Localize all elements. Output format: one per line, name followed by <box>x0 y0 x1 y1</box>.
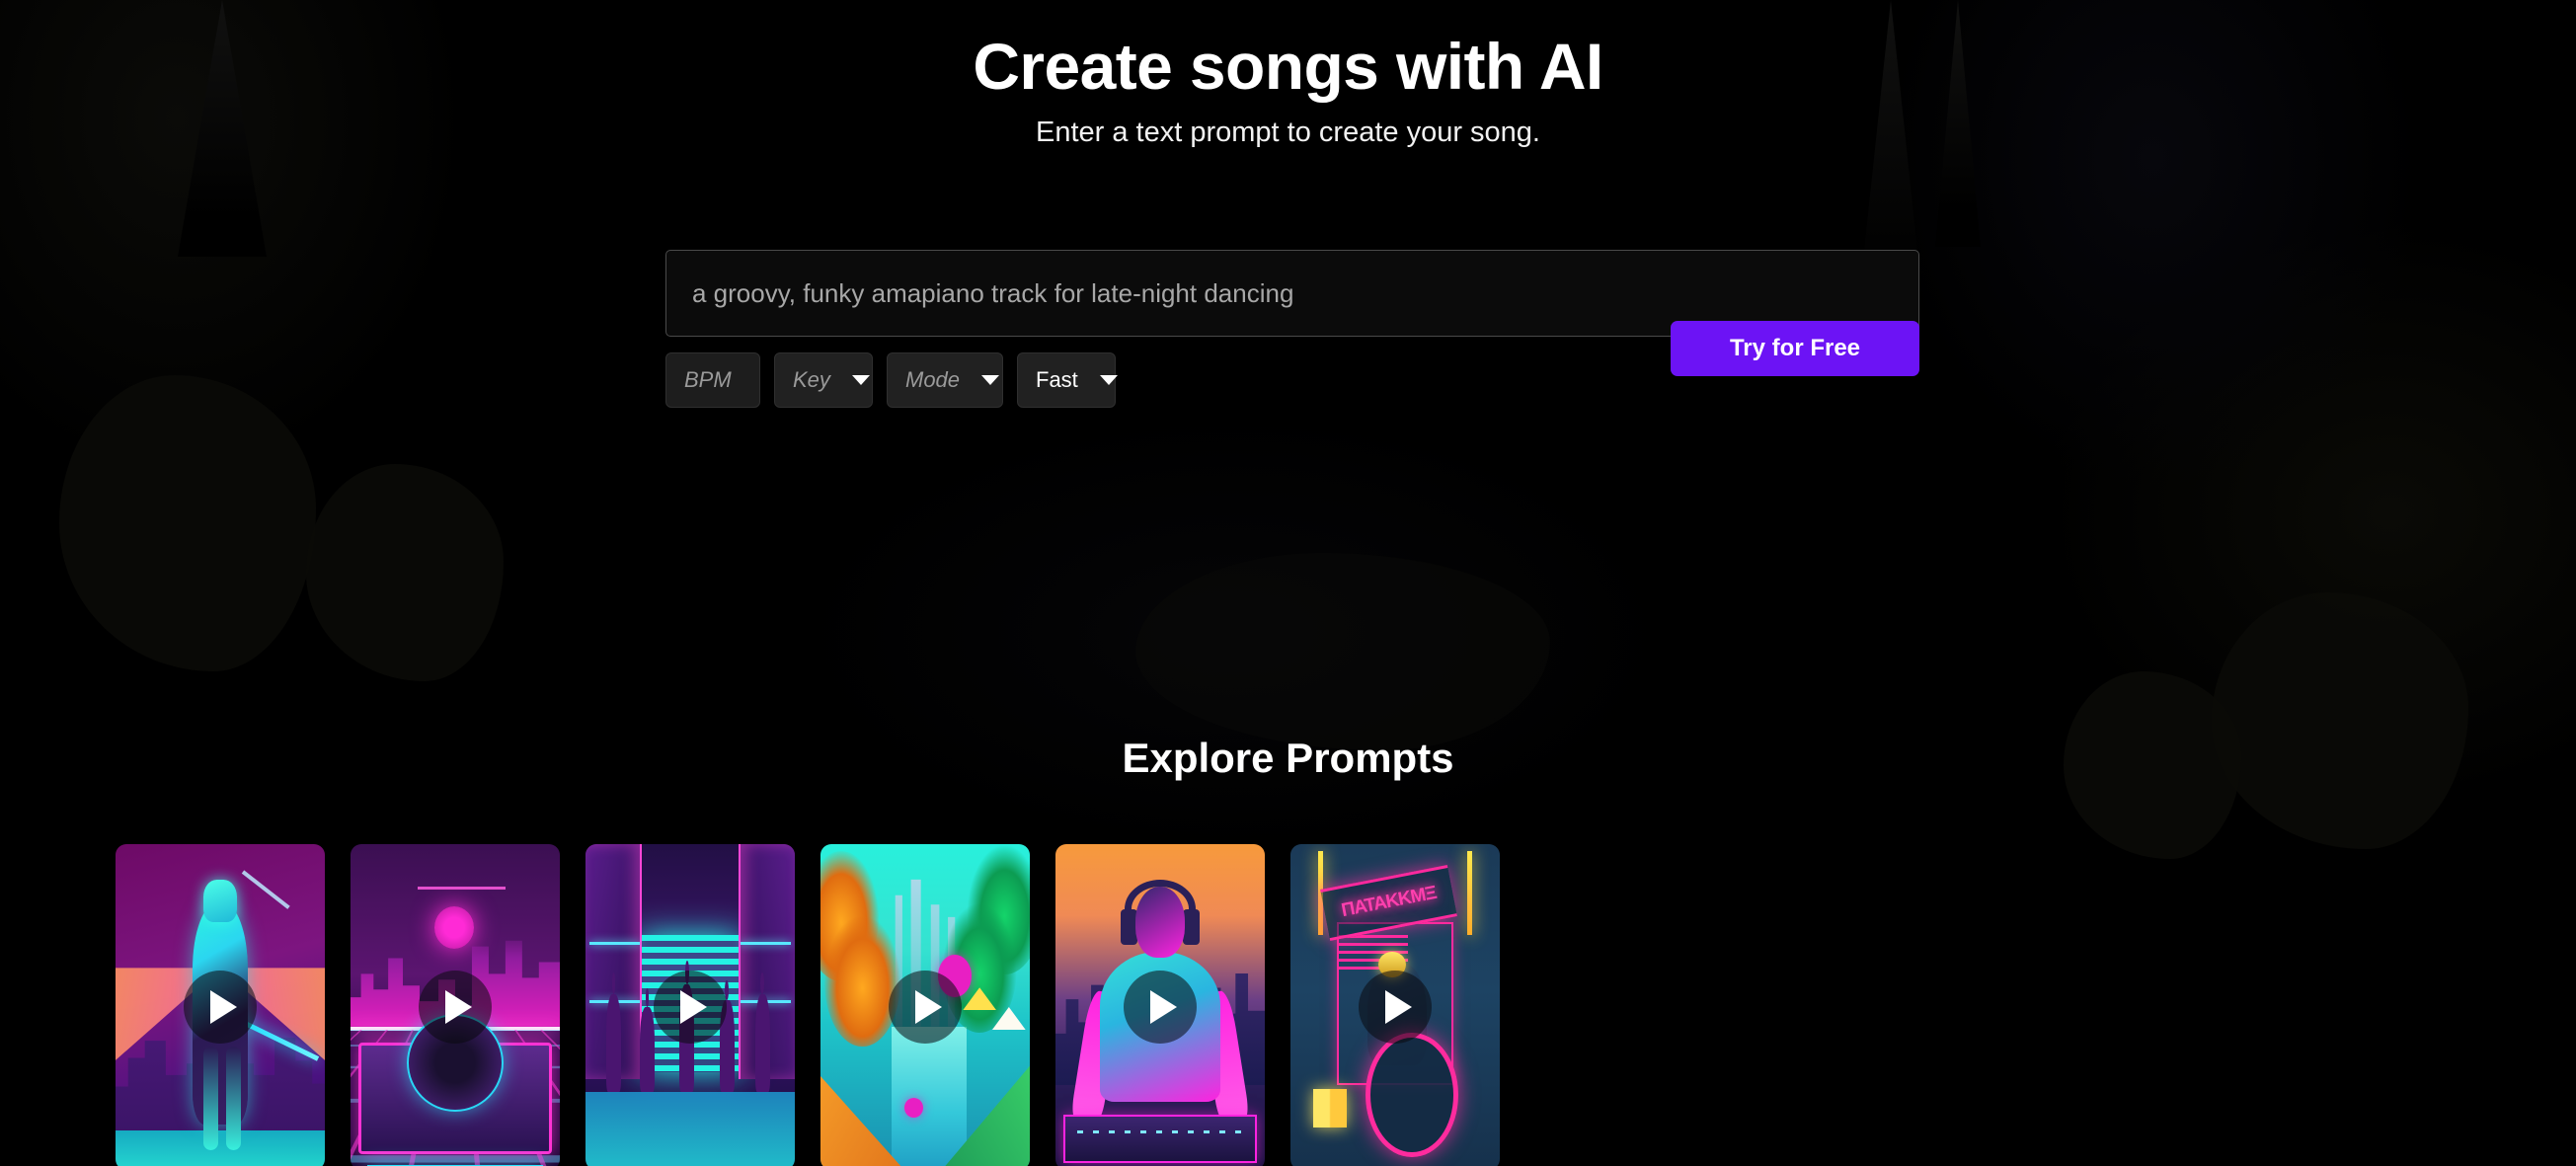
hero-section: Create songs with AI Enter a text prompt… <box>0 0 2576 150</box>
neon-sign-text: ΠΑΤΑΚΚΜΞ <box>1339 883 1439 922</box>
play-icon[interactable] <box>184 971 257 1044</box>
page-title: Create songs with AI <box>973 30 1603 103</box>
play-icon[interactable] <box>1124 971 1197 1044</box>
speed-dropdown[interactable]: Fast <box>1017 352 1118 408</box>
page-subtitle: Enter a text prompt to create your song. <box>1036 117 1540 148</box>
prompt-card[interactable] <box>1055 844 1265 1166</box>
key-placeholder-label: Key <box>793 367 830 392</box>
explore-prompts-carousel: ΠΑΤΑΚΚΜΞ <box>116 844 1500 1166</box>
bpm-placeholder-label: BPM <box>684 367 732 392</box>
mode-placeholder-label: Mode <box>905 367 961 392</box>
play-icon[interactable] <box>654 971 727 1044</box>
play-icon[interactable] <box>889 971 962 1044</box>
play-icon[interactable] <box>1359 971 1432 1044</box>
prompt-card[interactable]: ΠΑΤΑΚΚΜΞ <box>1290 844 1500 1166</box>
bpm-input[interactable]: BPM <box>665 352 760 408</box>
chevron-down-icon <box>981 375 1000 385</box>
key-dropdown[interactable]: Key <box>774 352 873 408</box>
play-icon[interactable] <box>419 971 492 1044</box>
explore-prompts-title: Explore Prompts <box>1122 735 1454 781</box>
try-for-free-button[interactable]: Try for Free <box>1671 321 1919 376</box>
prompt-form: BPM Key Mode Fast Try for Free <box>665 250 1919 408</box>
chevron-down-icon <box>1099 375 1118 385</box>
mode-dropdown[interactable]: Mode <box>887 352 1003 408</box>
prompt-card[interactable] <box>116 844 325 1166</box>
speed-selected-value: Fast <box>1036 367 1078 392</box>
prompt-card[interactable] <box>820 844 1030 1166</box>
prompt-card[interactable] <box>585 844 795 1166</box>
prompt-card[interactable] <box>351 844 560 1166</box>
chevron-down-icon <box>851 375 870 385</box>
